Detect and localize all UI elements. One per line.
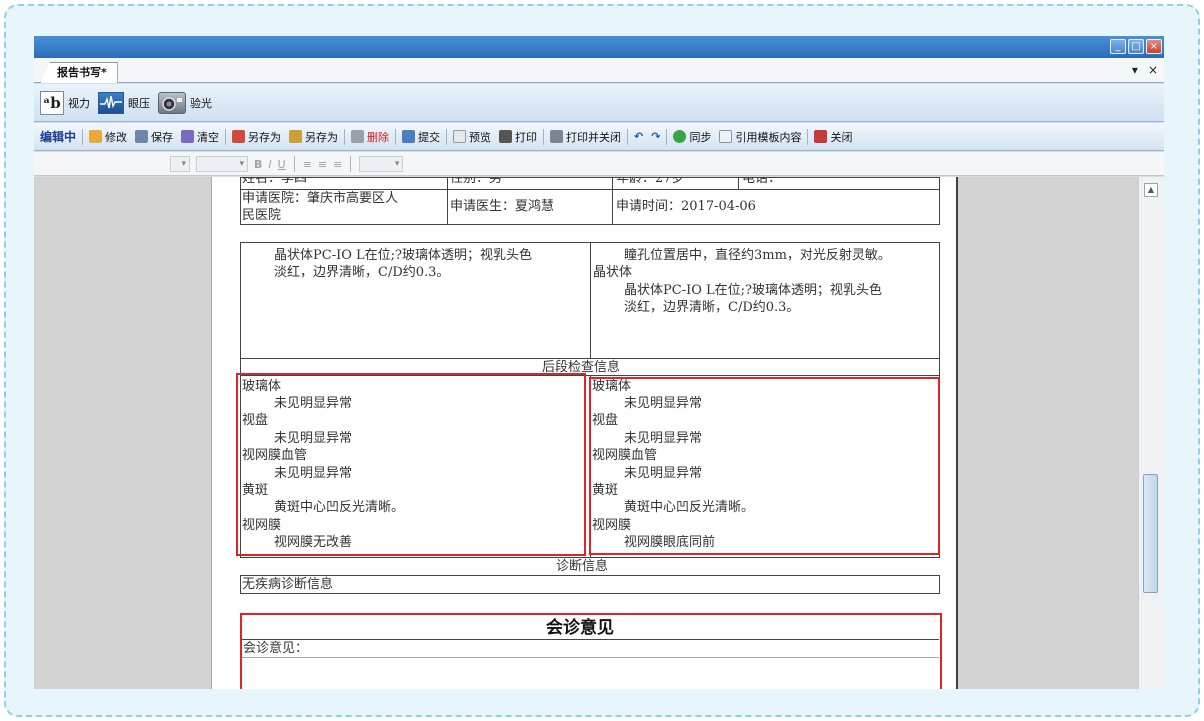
print-button[interactable]: 打印: [495, 129, 541, 145]
save-button[interactable]: 保存: [131, 129, 177, 145]
document-icon: [719, 130, 733, 143]
submit-button[interactable]: 提交: [398, 129, 444, 145]
style-dropdown[interactable]: ▾: [359, 156, 404, 172]
visual-acuity-label: 视力: [68, 96, 90, 110]
highlight-box-left: [236, 373, 586, 556]
camera-icon: [158, 91, 186, 114]
pencil-icon: [89, 130, 103, 143]
font-family-dropdown[interactable]: ▾: [196, 156, 248, 172]
tab-bar: 报告书写* ▾ ×: [34, 58, 1164, 83]
sync-icon: [673, 130, 687, 143]
patient-phone: 电话：: [742, 177, 782, 186]
tab-dropdown-icon[interactable]: ▾: [1132, 63, 1138, 77]
delete-icon: [351, 130, 365, 143]
diagnosis-section-header: 诊断信息: [556, 559, 609, 574]
anterior-left-line1: 晶状体PC-IO L在位;?玻璃体透明；视乳头色: [274, 248, 532, 263]
submit-icon: [402, 130, 416, 143]
anterior-left-line2: 淡红，边界清晰，C/D约0.3。: [274, 265, 450, 280]
close-window-button[interactable]: ×: [1146, 39, 1162, 54]
scroll-thumb[interactable]: [1143, 474, 1158, 593]
print-close-button[interactable]: 打印并关闭: [546, 129, 625, 145]
tab-report-writing[interactable]: 报告书写*: [40, 62, 118, 83]
align-left-button[interactable]: ≡: [303, 158, 312, 171]
refraction-label: 验光: [190, 96, 212, 110]
patient-name: 姓名：李四: [242, 177, 308, 186]
redo-button[interactable]: ↷: [647, 130, 664, 143]
highlight-box-right: [589, 377, 940, 555]
template-button[interactable]: 引用模板内容: [715, 129, 805, 145]
tab-close-icon[interactable]: ×: [1148, 63, 1158, 77]
preview-button[interactable]: 预览: [449, 129, 495, 145]
patient-age: 年龄：27岁: [616, 177, 685, 186]
save-as-button-2[interactable]: 另存为: [285, 129, 342, 145]
floppy-icon: [135, 130, 149, 143]
eye-pressure-button[interactable]: 眼压: [98, 91, 150, 114]
printer-icon: [550, 130, 564, 143]
action-toolbar: 编辑中 修改 保存 清空 另存为 另存为 删除 提交 预览 打印 打印并关闭 ↶…: [34, 123, 1164, 151]
preview-icon: [453, 130, 467, 143]
format-toolbar: ▾ ▾ B I U ≡ ≡ ≡ ▾: [34, 152, 1164, 176]
editing-status: 编辑中: [40, 130, 77, 144]
consult-input[interactable]: [244, 659, 937, 689]
request-doctor: 申请医生：夏鸿慧: [450, 199, 555, 214]
italic-button[interactable]: I: [268, 158, 271, 171]
consult-title: 会诊意见: [546, 618, 614, 638]
exam-toolbar: ᵃb 视力 眼压 验光: [34, 84, 1164, 122]
clear-button[interactable]: 清空: [177, 129, 223, 145]
printer-icon: [499, 130, 513, 143]
exit-icon: [814, 130, 828, 143]
eraser-icon: [181, 130, 195, 143]
anterior-right-line3: 淡红，边界清晰，C/D约0.3。: [624, 300, 800, 315]
anterior-right-line1: 瞳孔位置居中，直径约3mm，对光反射灵敏。: [624, 248, 891, 263]
modify-button[interactable]: 修改: [85, 129, 131, 145]
delete-button[interactable]: 删除: [347, 129, 393, 145]
close-button[interactable]: 关闭: [810, 129, 856, 145]
diagnosis-text: 无疾病诊断信息: [242, 577, 334, 592]
save-as-icon: [289, 130, 303, 143]
redo-icon: ↷: [651, 130, 661, 143]
document-area: 姓名：李四 性别：男 年龄：27岁 电话： 申请医院：肇庆市高要区人 民医院 申…: [34, 177, 1164, 689]
scroll-up-icon[interactable]: ▲: [1144, 183, 1158, 197]
visual-acuity-button[interactable]: ᵃb 视力: [40, 90, 90, 115]
patient-gender: 性别：男: [450, 177, 503, 186]
request-hospital-line2: 民医院: [242, 208, 282, 223]
anterior-right-label: 晶状体: [593, 265, 633, 280]
undo-icon: ↶: [634, 130, 644, 143]
request-time: 申请时间：2017-04-06: [616, 199, 756, 214]
align-right-button[interactable]: ≡: [333, 158, 342, 171]
app-window: _ □ × 报告书写* ▾ × ᵃb 视力 眼压 验光 编辑中 修改 保存 清空…: [34, 36, 1164, 689]
consult-label: 会诊意见：: [243, 641, 309, 656]
waveform-icon: [98, 91, 124, 114]
sync-button[interactable]: 同步: [669, 129, 715, 145]
undo-button[interactable]: ↶: [630, 130, 647, 143]
bold-button[interactable]: B: [254, 158, 262, 171]
eye-pressure-label: 眼压: [128, 96, 150, 110]
vertical-scrollbar[interactable]: ▲: [1138, 177, 1164, 689]
ab-icon: ᵃb: [40, 90, 64, 115]
title-bar: _ □ ×: [34, 36, 1164, 58]
save-as-button-1[interactable]: 另存为: [228, 129, 285, 145]
anterior-right-line2: 晶状体PC-IO L在位;?玻璃体透明；视乳头色: [624, 283, 882, 298]
report-page: 姓名：李四 性别：男 年龄：27岁 电话： 申请医院：肇庆市高要区人 民医院 申…: [211, 177, 958, 689]
refraction-button[interactable]: 验光: [158, 91, 212, 114]
save-as-icon: [232, 130, 246, 143]
minimize-button[interactable]: _: [1110, 39, 1126, 54]
maximize-button[interactable]: □: [1128, 39, 1144, 54]
align-center-button[interactable]: ≡: [318, 158, 327, 171]
font-size-dropdown[interactable]: ▾: [170, 156, 190, 172]
request-hospital-line1: 申请医院：肇庆市高要区人: [242, 191, 399, 206]
underline-button[interactable]: U: [278, 158, 286, 171]
